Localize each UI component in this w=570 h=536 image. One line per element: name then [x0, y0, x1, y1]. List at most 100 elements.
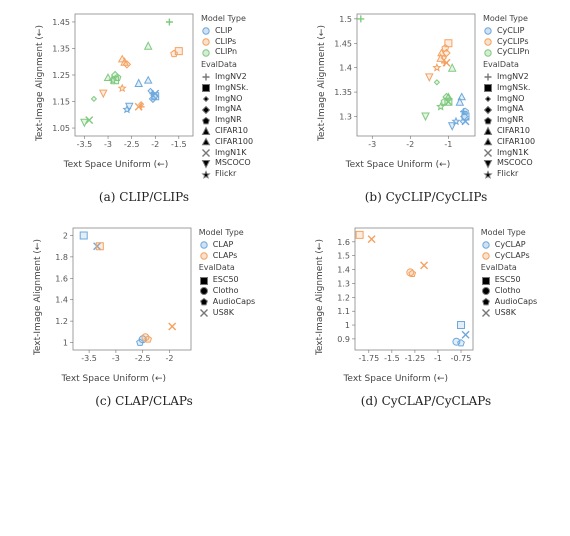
svg-text:0.9: 0.9 [337, 335, 350, 344]
panel-caption: (c) CLAP/CLAPs [95, 394, 193, 408]
legend-eval-label: CIFAR100 [215, 137, 253, 148]
legend-eval-label: ESC50 [213, 275, 239, 286]
legend-eval-row: Clotho [199, 286, 255, 297]
legend-eval-label: ImgNV2 [215, 72, 247, 83]
legend-marker-icon [199, 276, 209, 286]
svg-text:1.1: 1.1 [337, 307, 350, 316]
legend-marker-icon [483, 148, 493, 158]
legend-eval-row: ImgN1K [201, 148, 253, 159]
legend-eval-label: CIFAR10 [497, 126, 530, 137]
svg-text:1.3: 1.3 [337, 279, 350, 288]
legend-model-row: CyCLIPs [483, 37, 535, 48]
legend-eval-row: AudioCaps [199, 297, 255, 308]
legend-swatch [483, 26, 493, 36]
legend-marker-icon [201, 126, 211, 136]
legend: Model TypeCyCLIPCyCLIPsCyCLIPnEvalDataIm… [483, 8, 535, 180]
legend-header-eval: EvalData [483, 60, 535, 71]
legend-model-row: CLIPn [201, 47, 253, 58]
legend: Model TypeCLAPCLAPsEvalDataESC50ClothoAu… [199, 222, 255, 318]
data-point [457, 321, 464, 328]
legend-swatch [199, 251, 209, 261]
legend-marker-icon [481, 276, 491, 286]
legend-eval-label: AudioCaps [213, 297, 255, 308]
legend-eval-label: ImgNO [215, 94, 243, 105]
data-point [426, 74, 433, 81]
data-point [96, 243, 103, 250]
legend-marker-icon [199, 297, 209, 307]
legend-swatch [201, 48, 211, 58]
legend-eval-row: ImgN1K [483, 148, 535, 159]
legend-model-label: CyCLIPs [497, 37, 529, 48]
data-point [91, 96, 96, 101]
legend-header-model: Model Type [199, 228, 255, 239]
legend-marker-icon [201, 83, 211, 93]
data-point [458, 94, 465, 100]
svg-text:-2: -2 [151, 140, 159, 149]
svg-text:1.35: 1.35 [334, 88, 352, 97]
panel-c: Text-Image Alignment (←) -3.5-3-2.5-211.… [8, 222, 280, 408]
legend-header-model: Model Type [481, 228, 537, 239]
svg-text:-3.5: -3.5 [77, 140, 93, 149]
svg-text:1.4: 1.4 [55, 296, 68, 305]
svg-text:-2.5: -2.5 [135, 354, 151, 363]
svg-text:1.35: 1.35 [52, 44, 70, 53]
legend-eval-label: MSCOCO [215, 158, 251, 169]
svg-text:-1.25: -1.25 [404, 354, 425, 363]
legend-marker-icon [483, 94, 493, 104]
legend-eval-label: US8K [495, 308, 516, 319]
legend-marker-icon [201, 72, 211, 82]
legend-model-label: CyCLAPs [495, 251, 530, 262]
legend-model-row: CLIPs [201, 37, 253, 48]
data-point [80, 232, 87, 239]
svg-text:1.05: 1.05 [52, 124, 70, 133]
legend-eval-row: ImgNO [483, 94, 535, 105]
legend-eval-label: ImgNA [497, 104, 524, 115]
legend-eval-label: ImgNR [215, 115, 242, 126]
legend-eval-label: Flickr [215, 169, 236, 180]
legend-eval-label: ImgNSk. [497, 83, 530, 94]
legend-eval-row: Clotho [481, 286, 537, 297]
data-point [462, 331, 469, 338]
svg-text:1.2: 1.2 [55, 317, 68, 326]
legend-marker-icon [481, 308, 491, 318]
svg-text:-1: -1 [444, 140, 452, 149]
legend-model-row: CyCLIP [483, 26, 535, 37]
data-point [145, 77, 152, 83]
legend-model-label: CLIP [215, 26, 232, 37]
legend-marker-icon [199, 308, 209, 318]
legend-eval-row: US8K [481, 308, 537, 319]
svg-text:-3: -3 [368, 140, 376, 149]
panel-a: Text-Image Alignment (←) -3.5-3-2.5-2-1.… [8, 8, 280, 204]
legend-model-label: CLIPn [215, 47, 237, 58]
legend-eval-row: Flickr [201, 169, 253, 180]
x-axis-label: Text Space Uniform (←) [346, 160, 451, 170]
legend-header-eval: EvalData [199, 263, 255, 274]
legend-model-row: CLIP [201, 26, 253, 37]
panel-caption: (d) CyCLAP/CyCLAPs [361, 394, 491, 408]
legend-eval-label: Clotho [213, 286, 239, 297]
legend-marker-icon [483, 159, 493, 169]
legend-eval-label: ImgNSk. [215, 83, 248, 94]
svg-text:1.45: 1.45 [52, 18, 70, 27]
x-axis-label: Text Space Uniform (←) [61, 374, 166, 384]
legend-eval-label: Clotho [495, 286, 521, 297]
legend-marker-icon [483, 137, 493, 147]
svg-text:-1: -1 [434, 354, 442, 363]
panel-caption: (b) CyCLIP/CyCLIPs [365, 190, 488, 204]
legend-marker-icon [481, 286, 491, 296]
legend-eval-row: CIFAR10 [201, 126, 253, 137]
svg-text:2: 2 [63, 231, 68, 240]
legend-eval-label: ImgNO [497, 94, 525, 105]
svg-text:1.8: 1.8 [55, 253, 68, 262]
data-point [166, 19, 173, 26]
legend-model-label: CLAPs [213, 251, 238, 262]
legend-eval-label: MSCOCO [497, 158, 533, 169]
legend-swatch [201, 37, 211, 47]
data-point [422, 113, 429, 120]
legend-marker-icon [483, 72, 493, 82]
legend-eval-label: AudioCaps [495, 297, 537, 308]
data-point [357, 15, 364, 22]
legend-model-label: CLIPs [215, 37, 236, 48]
panel-caption: (a) CLIP/CLIPs [99, 190, 189, 204]
svg-text:1: 1 [345, 321, 350, 330]
